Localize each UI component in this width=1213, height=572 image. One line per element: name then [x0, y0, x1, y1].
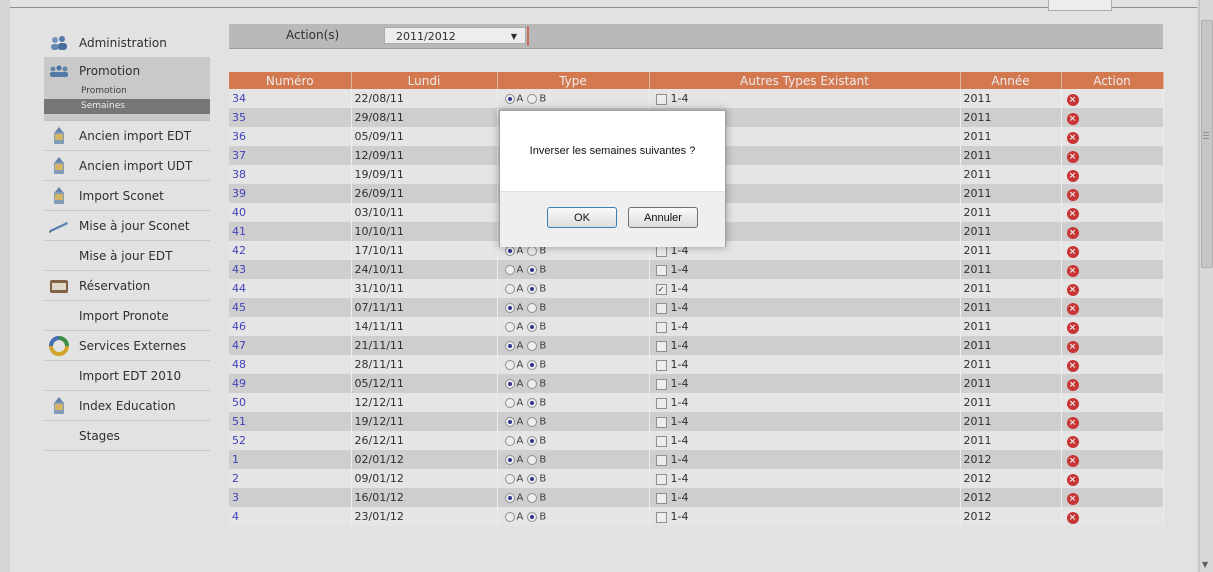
dialog-footer: OK Annuler [500, 191, 725, 247]
ok-button[interactable]: OK [547, 207, 617, 228]
modal-overlay [0, 0, 1213, 572]
dialog-message: Inverser les semaines suivantes ? [500, 111, 725, 191]
confirm-dialog: Inverser les semaines suivantes ? OK Ann… [499, 110, 726, 247]
cancel-button[interactable]: Annuler [628, 207, 698, 228]
